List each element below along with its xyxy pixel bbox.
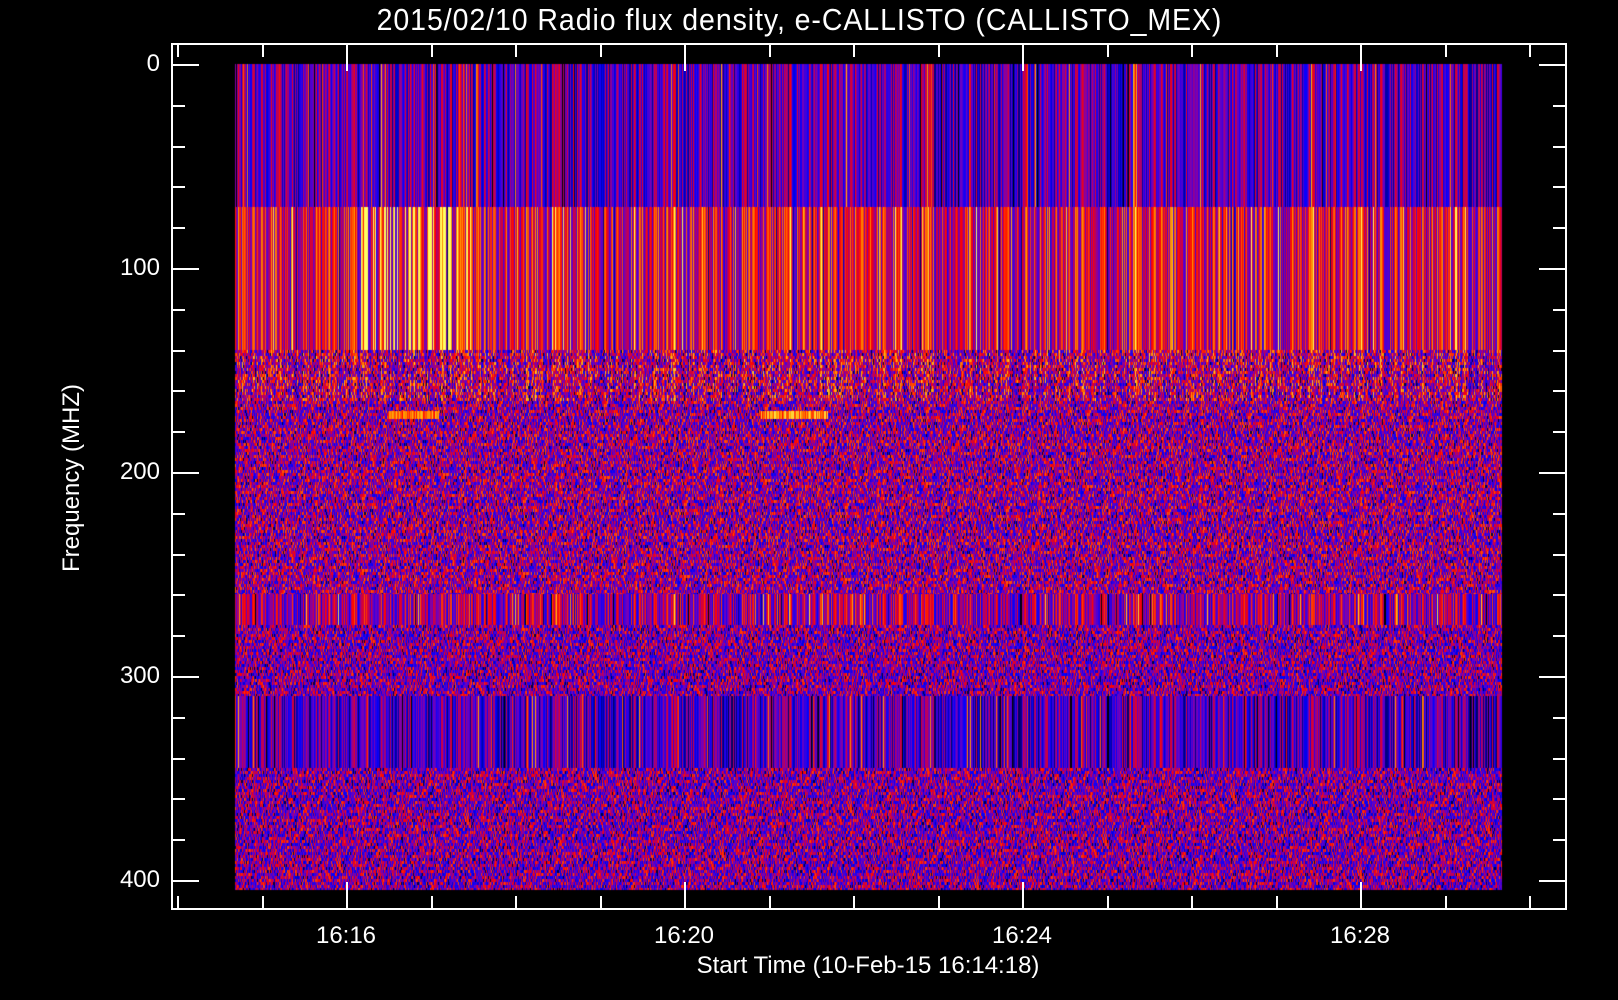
y-minor-tick (1553, 635, 1567, 637)
x-minor-tick (1276, 43, 1278, 57)
x-minor-tick (769, 896, 771, 910)
y-minor-tick (1553, 717, 1567, 719)
y-minor-tick (1553, 227, 1567, 229)
y-minor-tick (1553, 513, 1567, 515)
y-major-tick (1539, 268, 1567, 270)
x-minor-tick (600, 43, 602, 57)
y-minor-tick (171, 758, 185, 760)
x-minor-tick (1445, 896, 1447, 910)
y-major-tick (171, 676, 199, 678)
x-minor-tick (1529, 43, 1531, 57)
y-minor-tick (1553, 105, 1567, 107)
x-minor-tick (853, 896, 855, 910)
x-axis-label: Start Time (10-Feb-15 16:14:18) (696, 952, 1040, 979)
x-minor-tick (262, 43, 264, 57)
y-minor-tick (171, 431, 185, 433)
y-major-tick (1539, 676, 1567, 678)
x-tick-label: 16:20 (653, 922, 715, 949)
y-minor-tick (171, 635, 185, 637)
y-minor-tick (171, 105, 185, 107)
y-major-tick (171, 64, 199, 66)
x-major-tick (1022, 882, 1024, 910)
y-minor-tick (171, 350, 185, 352)
y-minor-tick (171, 839, 185, 841)
y-minor-tick (1553, 798, 1567, 800)
y-major-tick (1539, 880, 1567, 882)
y-minor-tick (171, 798, 185, 800)
y-minor-tick (171, 227, 185, 229)
x-tick-label: 16:28 (1329, 922, 1391, 949)
x-minor-tick (177, 896, 179, 910)
x-major-tick (1360, 43, 1362, 71)
x-minor-tick (515, 896, 517, 910)
y-tick-label: 100 (119, 254, 160, 281)
x-minor-tick (938, 896, 940, 910)
x-minor-tick (1191, 43, 1193, 57)
y-minor-tick (171, 146, 185, 148)
y-major-tick (171, 880, 199, 882)
y-minor-tick (171, 390, 185, 392)
x-minor-tick (1529, 896, 1531, 910)
x-major-tick (684, 43, 686, 71)
x-minor-tick (1445, 43, 1447, 57)
x-minor-tick (1107, 896, 1109, 910)
y-minor-tick (1553, 309, 1567, 311)
y-axis-label: Frequency (MHZ) (58, 383, 85, 573)
x-minor-tick (262, 896, 264, 910)
y-minor-tick (1553, 839, 1567, 841)
x-major-tick (684, 882, 686, 910)
x-minor-tick (177, 43, 179, 57)
x-major-tick (346, 43, 348, 71)
y-minor-tick (1553, 390, 1567, 392)
x-minor-tick (769, 43, 771, 57)
y-minor-tick (1553, 186, 1567, 188)
y-minor-tick (171, 594, 185, 596)
y-minor-tick (1553, 758, 1567, 760)
plot-frame (171, 43, 1567, 910)
y-minor-tick (1553, 554, 1567, 556)
y-minor-tick (171, 513, 185, 515)
y-major-tick (1539, 472, 1567, 474)
x-major-tick (1022, 43, 1024, 71)
y-tick-label: 200 (119, 458, 160, 485)
chart-title: 2015/02/10 Radio flux density, e-CALLIST… (376, 2, 1223, 37)
y-minor-tick (1553, 146, 1567, 148)
x-minor-tick (1276, 896, 1278, 910)
x-tick-label: 16:16 (315, 922, 377, 949)
y-minor-tick (1553, 431, 1567, 433)
y-major-tick (171, 268, 199, 270)
y-major-tick (171, 472, 199, 474)
x-minor-tick (938, 43, 940, 57)
x-minor-tick (431, 896, 433, 910)
x-minor-tick (431, 43, 433, 57)
x-major-tick (1360, 882, 1362, 910)
y-tick-label: 300 (119, 662, 160, 689)
x-minor-tick (853, 43, 855, 57)
y-minor-tick (171, 186, 185, 188)
y-minor-tick (171, 554, 185, 556)
x-minor-tick (1191, 896, 1193, 910)
y-major-tick (1539, 64, 1567, 66)
y-minor-tick (171, 717, 185, 719)
y-minor-tick (1553, 350, 1567, 352)
y-tick-label: 400 (119, 866, 160, 893)
x-minor-tick (515, 43, 517, 57)
x-minor-tick (1107, 43, 1109, 57)
y-minor-tick (1553, 594, 1567, 596)
x-minor-tick (600, 896, 602, 910)
x-tick-label: 16:24 (991, 922, 1053, 949)
x-major-tick (346, 882, 348, 910)
y-tick-label: 0 (146, 50, 160, 77)
y-minor-tick (171, 309, 185, 311)
